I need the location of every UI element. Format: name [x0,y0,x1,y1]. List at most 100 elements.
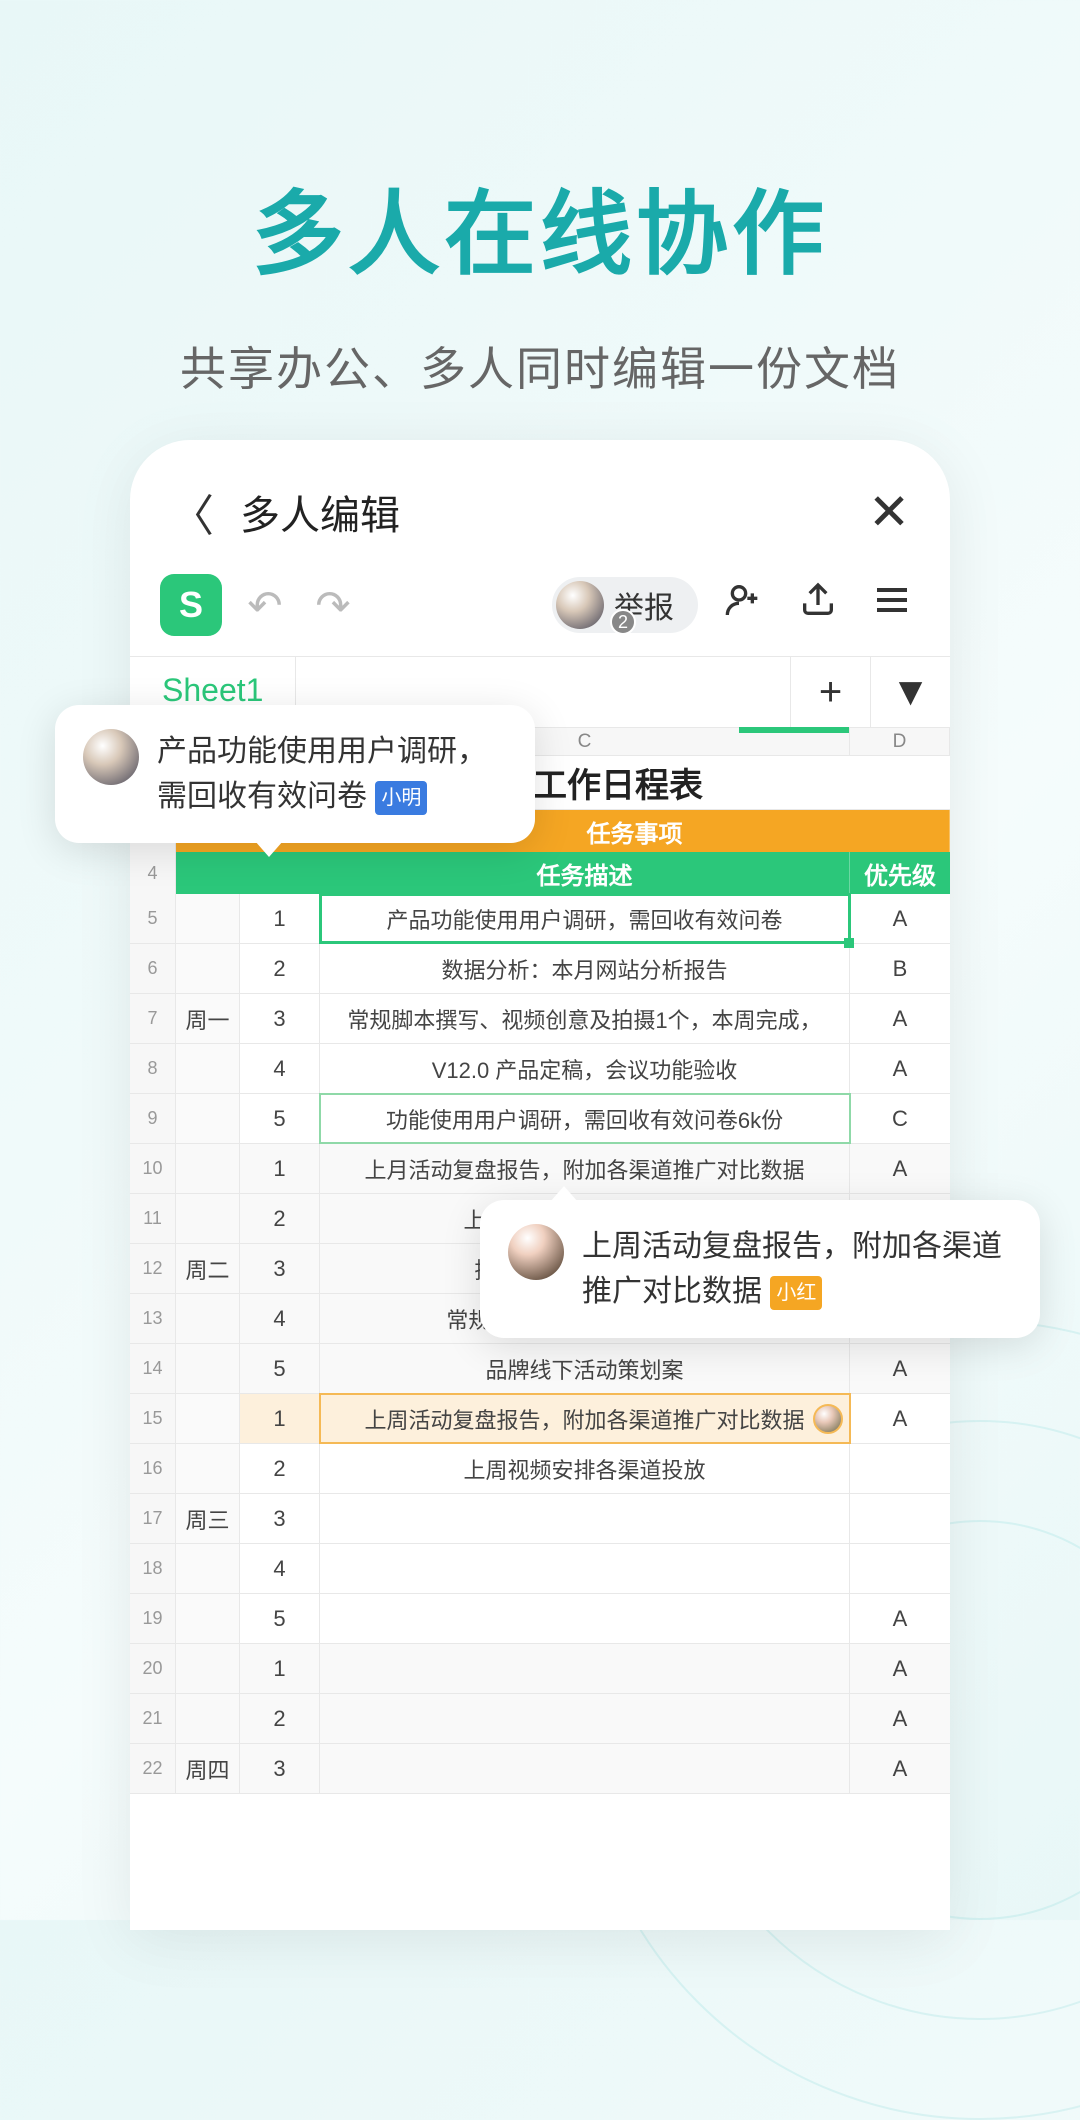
row-number[interactable]: 12 [130,1244,176,1293]
cell-desc[interactable]: V12.0 产品定稿，会议功能验收 [320,1044,850,1093]
sheet-dropdown-icon[interactable]: ▼ [870,657,950,727]
cell-day[interactable]: 周二 [176,1244,240,1293]
cell-day[interactable] [176,1144,240,1193]
cell-priority[interactable]: A [850,1044,950,1093]
cell-desc[interactable] [320,1544,850,1593]
cell-priority[interactable]: A [850,1594,950,1643]
cell-index[interactable]: 1 [240,1144,320,1193]
cell-desc[interactable]: 数据分析：本月网站分析报告 [320,944,850,993]
cell-desc[interactable] [320,1494,850,1543]
add-user-icon[interactable] [716,580,772,630]
cell-index[interactable]: 5 [240,1344,320,1393]
cell-desc[interactable]: 品牌线下活动策划案 [320,1344,850,1393]
cell-index[interactable]: 1 [240,1644,320,1693]
cell-priority[interactable] [850,1544,950,1593]
cell-day[interactable] [176,1344,240,1393]
row-number[interactable]: 7 [130,994,176,1043]
cell-priority[interactable]: A [850,1344,950,1393]
row-number[interactable]: 19 [130,1594,176,1643]
cell-index[interactable]: 3 [240,1494,320,1543]
cell-day[interactable] [176,894,240,943]
cell-index[interactable]: 5 [240,1094,320,1143]
cell-day[interactable] [176,1294,240,1343]
cell-blank[interactable] [176,852,240,894]
cell-index[interactable]: 2 [240,1444,320,1493]
cell-priority[interactable]: A [850,994,950,1043]
cell-day[interactable] [176,1594,240,1643]
row-number[interactable]: 11 [130,1194,176,1243]
share-icon[interactable] [790,580,846,630]
cell-index[interactable]: 3 [240,1244,320,1293]
cell-day[interactable] [176,1544,240,1593]
cell-day[interactable] [176,1444,240,1493]
row-number[interactable]: 9 [130,1094,176,1143]
cell-desc[interactable] [320,1744,850,1793]
cell-priority[interactable]: A [850,894,950,943]
cell-priority[interactable]: A [850,1144,950,1193]
back-icon[interactable]: 〈 [170,480,220,544]
cell-day[interactable] [176,1694,240,1743]
cell-day[interactable] [176,1044,240,1093]
row-number[interactable]: 5 [130,894,176,943]
cell-index[interactable]: 2 [240,944,320,993]
cell-priority[interactable] [850,1444,950,1493]
row-number[interactable]: 21 [130,1694,176,1743]
menu-icon[interactable] [864,580,920,630]
row-number[interactable]: 13 [130,1294,176,1343]
cell-desc[interactable] [320,1594,850,1643]
cell-index[interactable]: 2 [240,1694,320,1743]
cell-index[interactable]: 3 [240,1744,320,1793]
redo-icon[interactable]: ↷ [308,581,358,630]
cell-index[interactable]: 5 [240,1594,320,1643]
row-number[interactable]: 14 [130,1344,176,1393]
cell-priority[interactable]: A [850,1644,950,1693]
row-number[interactable]: 20 [130,1644,176,1693]
cell-index[interactable]: 4 [240,1544,320,1593]
cell-priority[interactable] [850,1494,950,1543]
row-number[interactable]: 6 [130,944,176,993]
row-number[interactable]: 16 [130,1444,176,1493]
cell-priority[interactable]: C [850,1094,950,1143]
cell-priority[interactable]: A [850,1394,950,1443]
cell-blank[interactable] [240,852,320,894]
cell-desc[interactable]: 上月活动复盘报告，附加各渠道推广对比数据 [320,1144,850,1193]
cell-day[interactable]: 周四 [176,1744,240,1793]
cell-day[interactable]: 周一 [176,994,240,1043]
cell-day[interactable] [176,1644,240,1693]
cell-priority[interactable]: B [850,944,950,993]
row-number[interactable]: 18 [130,1544,176,1593]
header-priority[interactable]: 优先级 [850,852,950,894]
col-header-d[interactable]: D [850,728,950,755]
row-number[interactable]: 15 [130,1394,176,1443]
row-number[interactable]: 4 [130,852,176,894]
add-sheet-button[interactable]: + [790,657,870,727]
cell-index[interactable]: 4 [240,1044,320,1093]
row-number[interactable]: 8 [130,1044,176,1093]
cell-day[interactable] [176,1094,240,1143]
cell-day[interactable]: 周三 [176,1494,240,1543]
row-number[interactable]: 17 [130,1494,176,1543]
cell-priority[interactable]: A [850,1694,950,1743]
cell-index[interactable]: 1 [240,894,320,943]
row-number[interactable]: 22 [130,1744,176,1793]
cell-desc[interactable] [320,1694,850,1743]
cell-index[interactable]: 1 [240,1394,320,1443]
undo-icon[interactable]: ↶ [240,581,290,630]
collaborator-chip[interactable]: 2 举报 [552,577,698,633]
cell-desc[interactable]: 功能使用用户调研，需回收有效问卷6k份 [320,1094,850,1143]
header-task-desc[interactable]: 任务描述 [320,852,850,894]
cell-desc[interactable]: 产品功能使用用户调研，需回收有效问卷 [320,894,850,943]
cell-day[interactable] [176,1194,240,1243]
cell-index[interactable]: 4 [240,1294,320,1343]
cell-desc[interactable]: 上周视频安排各渠道投放 [320,1444,850,1493]
cell-index[interactable]: 2 [240,1194,320,1243]
cell-priority[interactable]: A [850,1744,950,1793]
cell-desc[interactable]: 常规脚本撰写、视频创意及拍摄1个，本周完成， [320,994,850,1043]
cell-desc[interactable]: 上周活动复盘报告，附加各渠道推广对比数据 [320,1394,850,1443]
cell-desc[interactable] [320,1644,850,1693]
row-number[interactable]: 10 [130,1144,176,1193]
close-icon[interactable]: ✕ [868,483,910,541]
cell-day[interactable] [176,944,240,993]
cell-index[interactable]: 3 [240,994,320,1043]
app-badge-icon[interactable]: S [160,574,222,636]
